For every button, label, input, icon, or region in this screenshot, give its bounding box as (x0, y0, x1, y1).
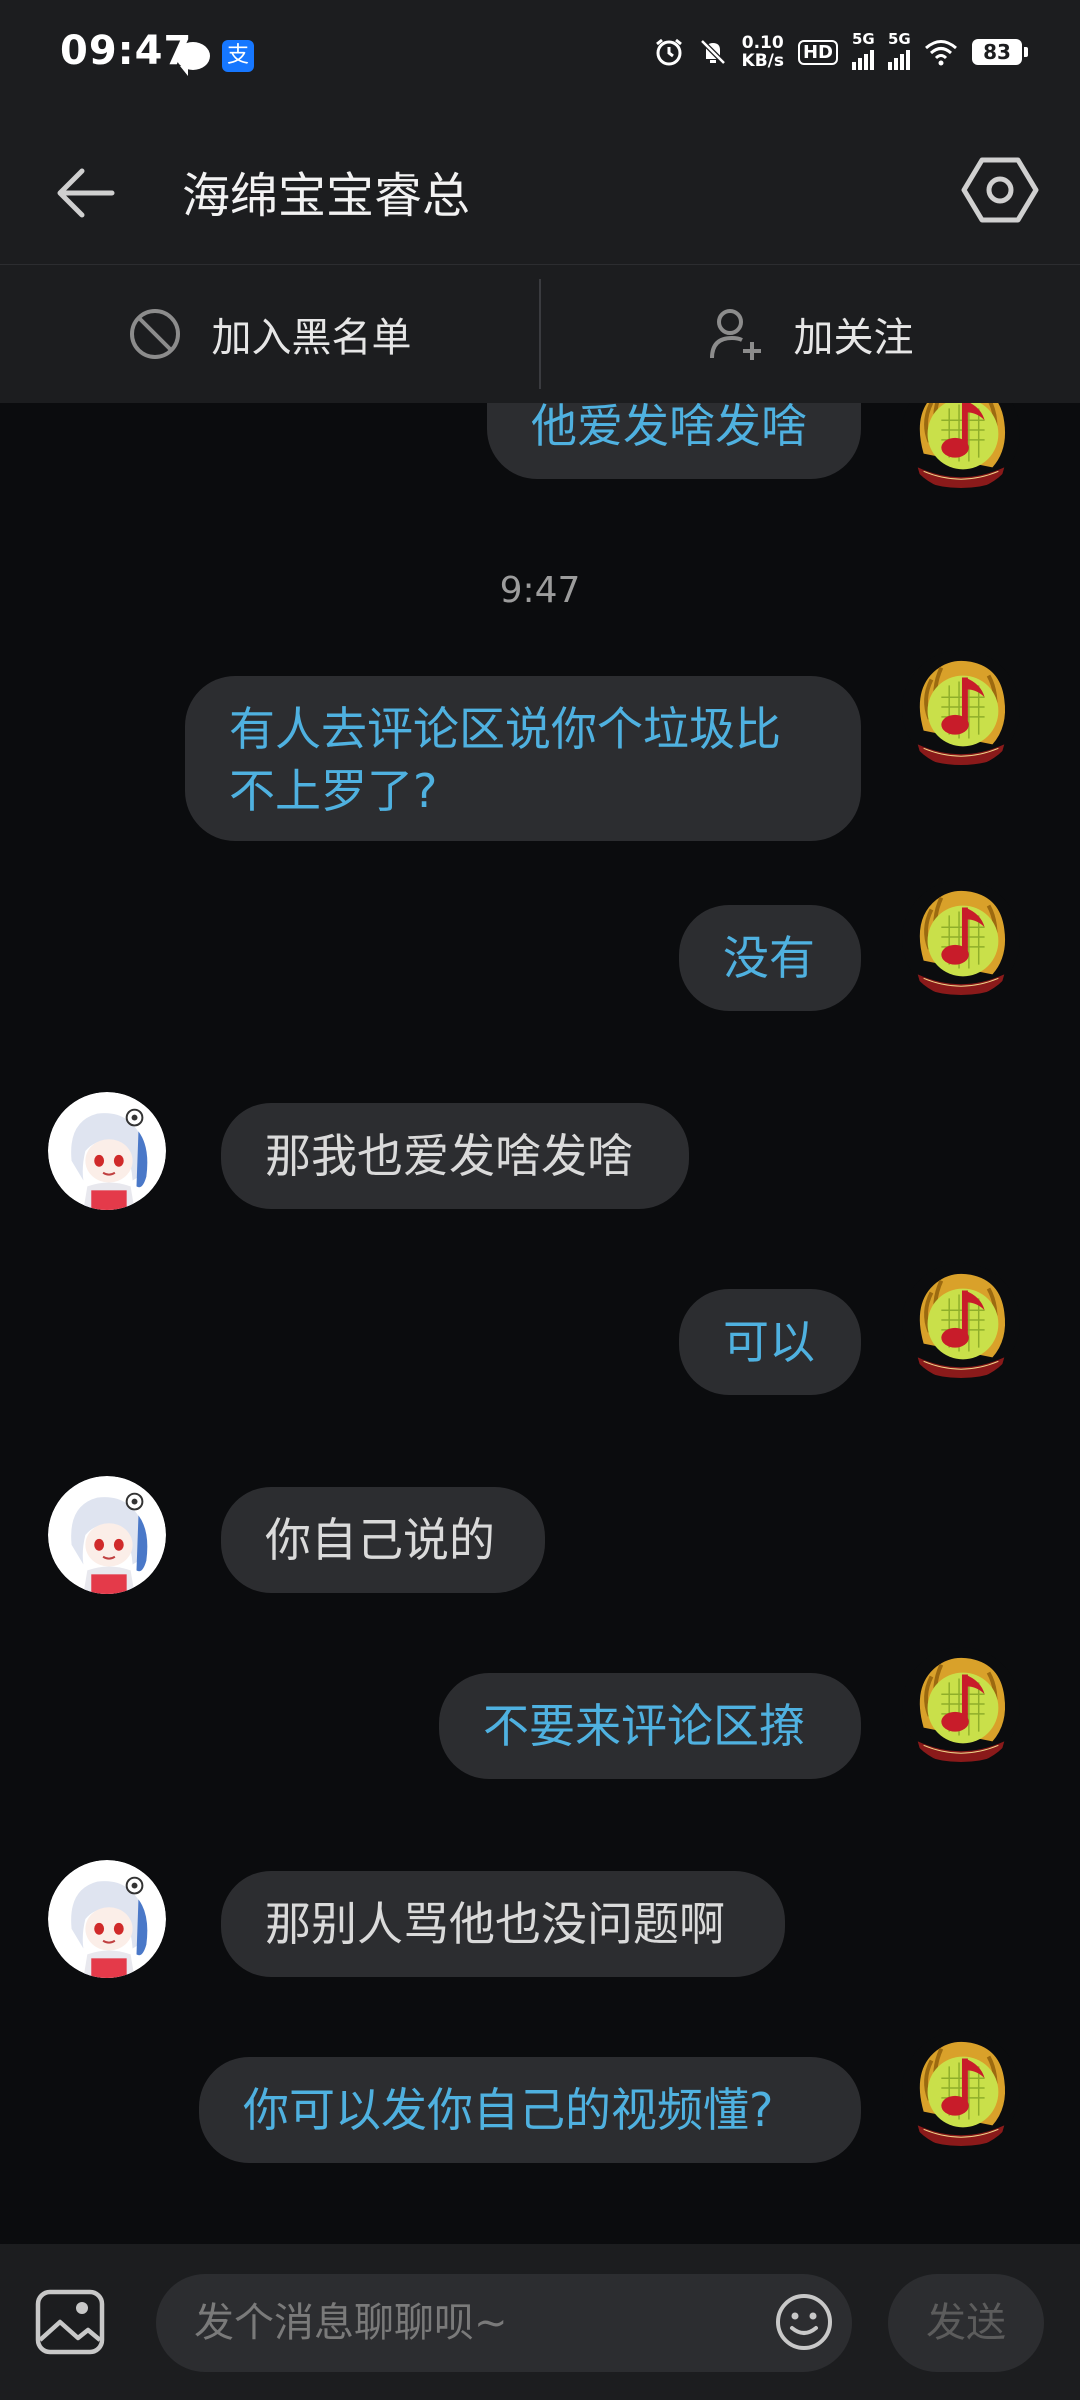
message-bubble[interactable]: 没有 (679, 905, 861, 1011)
send-button[interactable]: 发送 (888, 2274, 1044, 2372)
status-time: 09:47 (60, 28, 193, 74)
sim2-label: 5G (888, 30, 911, 48)
my-avatar[interactable] (902, 403, 1020, 491)
follow-label: 加关注 (793, 315, 914, 361)
signal-icon: 5G (852, 30, 875, 70)
chat-area[interactable]: 他爱发啥发啥 9:47 有人去评论区说你个垃圾比不上罗了? 没有 那我也爱发啥发… (0, 403, 1080, 2243)
add-user-icon (709, 309, 761, 360)
my-avatar[interactable] (902, 1263, 1020, 1381)
message-text: 可以 (723, 1315, 815, 1369)
blacklist-label: 加入黑名单 (211, 315, 412, 361)
battery-icon: 83 (972, 39, 1028, 65)
back-arrow-icon[interactable] (52, 158, 122, 228)
message-bubble[interactable]: 你可以发你自己的视频懂? (199, 2057, 861, 2163)
message-bubble[interactable]: 他爱发啥发啥 (487, 403, 861, 479)
net-speed-value: 0.10 (741, 33, 784, 53)
contact-avatar[interactable] (48, 1092, 166, 1210)
my-avatar[interactable] (902, 650, 1020, 768)
message-text: 你可以发你自己的视频懂? (243, 2083, 774, 2137)
action-bar: 加入黑名单 加关注 (0, 265, 1080, 403)
input-bar: 发送 (0, 2244, 1080, 2400)
message-text: 你自己说的 (265, 1513, 495, 1567)
settings-icon[interactable] (960, 150, 1040, 230)
message-bubble[interactable]: 有人去评论区说你个垃圾比不上罗了? (185, 676, 861, 841)
message-bubble[interactable]: 可以 (679, 1289, 861, 1395)
net-speed: 0.10 KB/s (742, 34, 784, 70)
message-input[interactable] (156, 2274, 852, 2372)
net-speed-unit: KB/s (741, 51, 784, 71)
page-title: 海绵宝宝睿总 (182, 168, 471, 224)
block-icon (129, 309, 180, 359)
wifi-icon (925, 40, 957, 66)
follow-button[interactable]: 加关注 (541, 265, 1080, 403)
message-bubble[interactable]: 那别人骂他也没问题啊 (221, 1871, 785, 1977)
message-text: 他爱发啥发啥 (531, 403, 807, 453)
blacklist-button[interactable]: 加入黑名单 (0, 265, 539, 403)
alarm-icon (655, 38, 682, 66)
chat-header: 海绵宝宝睿总 (0, 120, 1080, 265)
message-bubble[interactable]: 不要来评论区撩 (439, 1673, 861, 1779)
message-icon (176, 42, 210, 76)
my-avatar[interactable] (902, 880, 1020, 998)
message-text: 有人去评论区说你个垃圾比不上罗了? (229, 702, 781, 818)
message-text: 不要来评论区撩 (483, 1699, 805, 1753)
mute-icon (699, 39, 726, 65)
contact-avatar[interactable] (48, 1860, 166, 1978)
my-avatar[interactable] (902, 2031, 1020, 2149)
message-text: 没有 (723, 931, 815, 985)
message-text: 那别人骂他也没问题啊 (265, 1897, 725, 1951)
alipay-icon: 支 (222, 40, 254, 72)
sim1-label: 5G (852, 30, 875, 48)
signal-icon: 5G (888, 30, 911, 70)
message-bubble[interactable]: 你自己说的 (221, 1487, 545, 1593)
message-text: 那我也爱发啥发啥 (265, 1129, 633, 1183)
contact-avatar[interactable] (48, 1476, 166, 1594)
message-timestamp: 9:47 (499, 570, 581, 611)
message-bubble[interactable]: 那我也爱发啥发啥 (221, 1103, 689, 1209)
status-bar: 09:47 支 0.10 KB/s HD 5G 5G 83 (0, 0, 1080, 120)
hd-icon: HD (797, 39, 838, 65)
image-icon[interactable] (34, 2288, 106, 2356)
my-avatar[interactable] (902, 1647, 1020, 1765)
emoji-icon[interactable] (774, 2292, 834, 2352)
